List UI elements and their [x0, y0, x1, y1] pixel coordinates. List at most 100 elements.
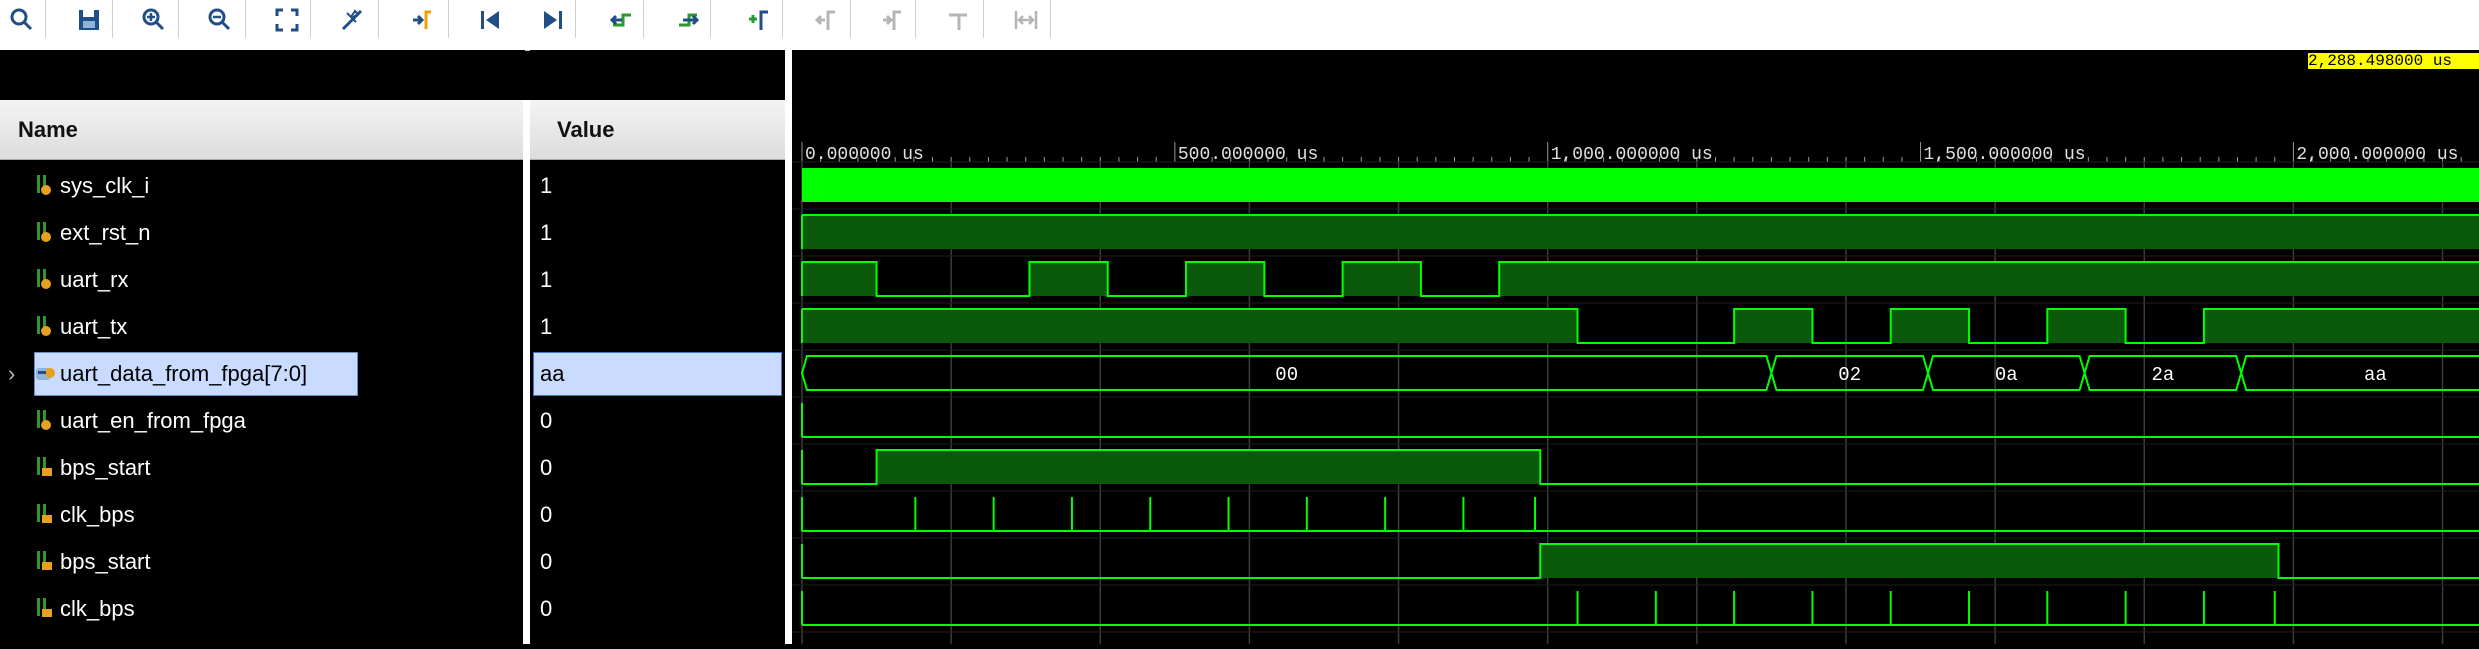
signal-value-cell[interactable]: 0: [530, 491, 785, 538]
internal-signal-icon: [37, 456, 52, 476]
wave-uart-rx-high-fill: [1499, 262, 2479, 296]
signal-value-cell[interactable]: 1: [530, 209, 785, 256]
save-button[interactable]: [67, 0, 111, 40]
bus-value-label: 2a: [2151, 364, 2174, 386]
signal-value-cell[interactable]: 1: [530, 303, 785, 350]
wave-uart-rx-high-fill: [802, 262, 877, 296]
signal-value-cell[interactable]: 0: [530, 538, 785, 585]
go-to-start-button[interactable]: [468, 0, 512, 40]
save-icon: [79, 10, 99, 30]
go-to-start-icon: [481, 11, 499, 29]
bit-signal-icon: [37, 409, 51, 430]
signal-row-uart-rx[interactable]: uart_rx: [0, 256, 523, 303]
toolbar-separator: [850, 0, 851, 38]
wave-uart-tx-high-fill: [2047, 309, 2126, 343]
toolbar-separator: [245, 0, 246, 38]
toolbar-separator: [983, 0, 984, 38]
add-marker-button[interactable]: [737, 0, 781, 40]
next-marker-button[interactable]: [870, 0, 914, 40]
signal-value: 0: [540, 501, 553, 527]
swap-cursors-icon: [949, 13, 967, 30]
signal-name: sys_clk_i: [60, 172, 150, 198]
signal-value: 1: [540, 219, 553, 245]
toolbar-separator: [448, 0, 449, 38]
signal-name: uart_data_from_fpga[7:0]: [60, 360, 308, 386]
waveform-canvas[interactable]: 0.000000 us 500.000000 us 1,000.000000 us 1…: [792, 50, 2479, 644]
wave-ext-rst-n-high-fill: [802, 215, 2479, 249]
zoom-in-button[interactable]: [132, 0, 176, 40]
wave-bps-start-high-fill: [876, 450, 1541, 484]
toolbar-separator: [1050, 0, 1051, 38]
zoom-out-icon: [208, 8, 231, 31]
signal-row-uart-en-from-fpga[interactable]: uart_en_from_fpga: [0, 397, 523, 444]
bus-value-label: 00: [1275, 364, 1298, 386]
signal-name: clk_bps: [60, 595, 135, 621]
signal-row-clk-bps[interactable]: clk_bps: [0, 585, 523, 632]
previous-transition-icon: [609, 13, 631, 27]
wave-uart-tx-high-fill: [1734, 309, 1813, 343]
name-column-header[interactable]: Name: [0, 100, 523, 160]
toolbar-separator: [915, 0, 916, 38]
signal-value-cell[interactable]: 0: [530, 397, 785, 444]
signal-name: bps_start: [60, 548, 151, 574]
search-button[interactable]: [0, 0, 44, 40]
bus-value-label: aa: [2364, 364, 2387, 386]
wave-splitter[interactable]: [785, 50, 792, 644]
wave-bps-start-high-fill: [1540, 544, 2279, 578]
signal-value-cell[interactable]: aa: [530, 350, 785, 397]
signal-value: 0: [540, 548, 553, 574]
internal-signal-icon: [37, 597, 52, 617]
signal-name: uart_tx: [60, 313, 128, 339]
internal-signal-icon: [37, 550, 52, 570]
signal-value: 1: [540, 172, 553, 198]
toolbar-separator: [710, 0, 711, 38]
signal-value-cell[interactable]: 1: [530, 256, 785, 303]
signal-name: clk_bps: [60, 501, 135, 527]
go-to-time-zero-button[interactable]: [400, 0, 444, 40]
bit-signal-icon: [37, 315, 51, 336]
signal-name: uart_rx: [60, 266, 129, 292]
cursor-snap-icon: [341, 9, 363, 31]
signal-value-cell[interactable]: 0: [530, 585, 785, 632]
signal-value-cell[interactable]: 0: [530, 444, 785, 491]
swap-cursors-button[interactable]: [937, 0, 981, 40]
zoom-fit-icon: [275, 8, 299, 32]
add-marker-icon: [749, 10, 768, 30]
previous-marker-button[interactable]: [804, 0, 848, 40]
waveform-svg: 0.000000 us 500.000000 us 1,000.000000 us 1…: [792, 142, 2479, 644]
signal-name: bps_start: [60, 454, 151, 480]
signal-value-cell[interactable]: 1: [530, 162, 785, 209]
signal-row-bps-start[interactable]: bps_start: [0, 444, 523, 491]
go-to-end-button[interactable]: [531, 0, 575, 40]
internal-signal-icon: [37, 503, 52, 523]
signal-row-bps-start[interactable]: bps_start: [0, 538, 523, 585]
next-transition-button[interactable]: [666, 0, 710, 40]
wave-uart-rx-high-fill: [1029, 262, 1108, 296]
cursor-snap-button[interactable]: [330, 0, 374, 40]
wave-uart-tx-high-fill: [2203, 309, 2479, 343]
next-transition-icon: [679, 13, 700, 27]
value-header-label: Value: [557, 116, 615, 142]
signal-row-clk-bps[interactable]: clk_bps: [0, 491, 523, 538]
name-header-label: Name: [18, 116, 78, 142]
next-marker-icon: [883, 10, 901, 30]
bus-signal-icon: [36, 367, 55, 380]
signal-row-ext-rst-n[interactable]: ext_rst_n: [0, 209, 523, 256]
bit-signal-icon: [37, 268, 51, 289]
expand-chevron-icon[interactable]: ›: [8, 361, 15, 387]
toolbar-separator: [575, 0, 576, 38]
signal-value: 0: [540, 407, 553, 433]
previous-transition-button[interactable]: [600, 0, 644, 40]
signal-row-uart-data-from-fpga-7-0-[interactable]: › uart_data_from_fpga[7:0]: [0, 350, 523, 397]
signal-row-uart-tx[interactable]: uart_tx: [0, 303, 523, 350]
signal-row-sys-clk-i[interactable]: sys_clk_i: [0, 162, 523, 209]
fix-cursor-button[interactable]: [1004, 0, 1048, 40]
signal-name: ext_rst_n: [60, 219, 151, 245]
zoom-fit-button[interactable]: [265, 0, 309, 40]
pane-splitter[interactable]: [523, 100, 530, 644]
value-column-header[interactable]: Value: [530, 100, 785, 160]
toolbar-separator: [45, 0, 46, 38]
zoom-out-button[interactable]: [198, 0, 242, 40]
search-icon: [10, 8, 33, 31]
signal-value: aa: [540, 360, 565, 386]
